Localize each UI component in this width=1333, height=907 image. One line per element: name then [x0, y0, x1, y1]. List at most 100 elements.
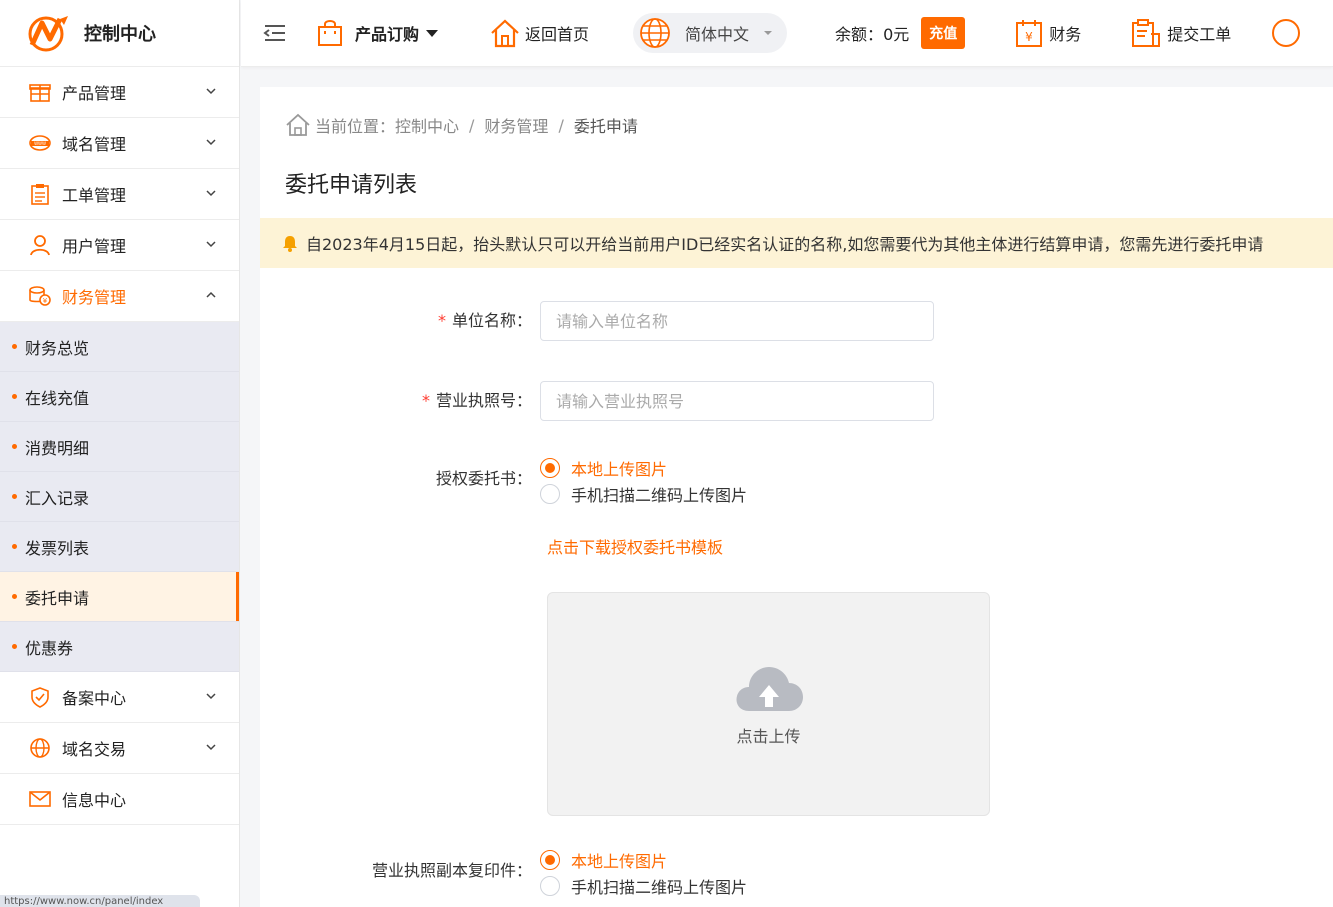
mail-icon — [28, 787, 52, 811]
radio-label: 本地上传图片 — [571, 852, 668, 871]
finance-link[interactable]: ¥ 财务 — [1015, 18, 1081, 48]
caret-down-icon — [426, 30, 439, 37]
bullet-dot — [12, 394, 17, 399]
license-number-row: * 营业执照号： — [260, 381, 934, 421]
breadcrumb-item[interactable]: 财务管理 — [484, 113, 548, 137]
sidebar-item-products[interactable]: 产品管理 — [0, 67, 239, 118]
download-template-link[interactable]: 点击下载授权委托书模板 — [547, 534, 723, 558]
gift-box-icon — [28, 80, 52, 104]
globe-icon — [28, 736, 52, 760]
submit-ticket-link[interactable]: 提交工单 — [1131, 18, 1231, 48]
sidebar-subitem-coupons[interactable]: 优惠券 — [0, 622, 239, 672]
sidebar-item-label: 域名交易 — [62, 740, 127, 759]
calendar-yen-icon: ¥ — [1016, 20, 1043, 47]
company-name-row: * 单位名称： — [260, 301, 934, 341]
sidebar-item-messages[interactable]: 信息中心 — [0, 774, 239, 825]
sidebar-subitem-label: 汇入记录 — [25, 488, 90, 508]
company-name-label-wrap: * 单位名称： — [260, 301, 540, 341]
finance-link-label: 财务 — [1049, 25, 1082, 44]
radio-circle — [540, 458, 560, 478]
shopping-bag-icon — [318, 20, 342, 46]
ticket-clipboard-icon — [1132, 19, 1161, 47]
sidebar-subitem-consumption-details[interactable]: 消费明细 — [0, 422, 239, 472]
chevron-down-icon — [206, 693, 216, 700]
recharge-button[interactable]: 充值 — [921, 17, 966, 49]
sidebar-subitem-label: 财务总览 — [25, 338, 90, 358]
bullet-dot — [12, 444, 17, 449]
company-name-input[interactable] — [540, 301, 934, 341]
home-link[interactable]: 返回首页 — [489, 18, 589, 48]
license-number-input[interactable] — [540, 381, 934, 421]
coins-icon: ¥ — [28, 284, 52, 308]
language-selector[interactable]: 简体中文 — [633, 13, 788, 53]
logo[interactable]: 控制中心 — [0, 0, 239, 67]
auth-radio-qr-upload[interactable]: 手机扫描二维码上传图片 — [540, 481, 747, 507]
globe-icon — [640, 18, 670, 48]
company-name-label: 单位名称： — [451, 311, 532, 330]
sidebar-subitem-delegation-request[interactable]: 委托申请 — [0, 572, 239, 622]
sidebar-subitem-finance-overview[interactable]: 财务总览 — [0, 322, 239, 372]
sidebar-item-label: 工单管理 — [62, 186, 127, 205]
sidebar-subitem-label: 在线充值 — [25, 388, 90, 408]
breadcrumb-current: 委托申请 — [573, 117, 638, 136]
home-link-label: 返回首页 — [525, 25, 590, 44]
sidebar-subitem-label: 消费明细 — [25, 438, 90, 458]
sidebar-item-domain-trade[interactable]: 域名交易 — [0, 723, 239, 774]
product-order-menu[interactable]: 产品订购 — [317, 19, 439, 47]
chevron-down-icon — [206, 241, 216, 248]
license-copy-upload-method: 本地上传图片 手机扫描二维码上传图片 — [540, 847, 747, 899]
sidebar-item-label: 域名管理 — [62, 135, 127, 154]
chevron-down-icon — [206, 88, 216, 95]
sidebar-subitem-label: 发票列表 — [25, 538, 90, 558]
balance-label: 余额： — [835, 25, 884, 44]
chevron-up-icon — [206, 291, 216, 298]
bullet-dot — [12, 494, 17, 499]
required-mark: * — [421, 391, 430, 410]
sidebar-item-label: 产品管理 — [62, 84, 127, 103]
domain-icon: WWW — [28, 131, 52, 155]
sidebar-item-domains[interactable]: WWW 域名管理 — [0, 118, 239, 169]
sidebar-item-tickets[interactable]: 工单管理 — [0, 169, 239, 220]
sidebar: 控制中心 产品管理 WWW 域名管理 工单管理 用户管理 ¥ 财务管理 财务总览… — [0, 0, 240, 907]
radio-label: 手机扫描二维码上传图片 — [571, 878, 748, 897]
balance-value: 0元 — [883, 25, 910, 44]
sidebar-item-filing[interactable]: 备案中心 — [0, 672, 239, 723]
required-mark: * — [437, 311, 446, 330]
sidebar-subitem-invoice-list[interactable]: 发票列表 — [0, 522, 239, 572]
authorization-row: 授权委托书： 本地上传图片 手机扫描二维码上传图片 — [260, 455, 747, 507]
clipboard-icon — [28, 182, 52, 206]
submit-ticket-label: 提交工单 — [1167, 25, 1232, 44]
bullet-dot — [12, 644, 17, 649]
balance-display: 余额： 0元 充值 — [835, 17, 966, 49]
sidebar-subitem-label: 优惠券 — [25, 638, 74, 658]
auth-radio-local-upload[interactable]: 本地上传图片 — [540, 455, 747, 481]
chevron-down-icon — [206, 139, 216, 146]
license-radio-qr-upload[interactable]: 手机扫描二维码上传图片 — [540, 873, 747, 899]
finance-submenu: 财务总览 在线充值 消费明细 汇入记录 发票列表 委托申请 优惠券 — [0, 322, 239, 672]
sidebar-subitem-online-recharge[interactable]: 在线充值 — [0, 372, 239, 422]
sidebar-subitem-label: 委托申请 — [25, 588, 90, 608]
bullet-dot — [12, 544, 17, 549]
breadcrumb-separator: / — [469, 115, 475, 135]
sidebar-subitem-remittance-records[interactable]: 汇入记录 — [0, 472, 239, 522]
help-circle-icon — [1272, 19, 1301, 47]
chevron-down-icon — [206, 744, 216, 751]
license-number-label: 营业执照号： — [435, 391, 532, 410]
breadcrumb-item[interactable]: 控制中心 — [395, 113, 459, 137]
authorization-label: 授权委托书： — [435, 469, 532, 488]
product-order-label: 产品订购 — [355, 25, 420, 44]
sidebar-item-finance[interactable]: ¥ 财务管理 — [0, 271, 239, 322]
user-icon — [28, 233, 52, 257]
bullet-dot — [12, 594, 17, 599]
svg-text:WWW: WWW — [34, 141, 46, 146]
upload-area[interactable]: 点击上传 — [547, 592, 990, 816]
authorization-upload-method: 本地上传图片 手机扫描二维码上传图片 — [540, 455, 747, 507]
sidebar-item-users[interactable]: 用户管理 — [0, 220, 239, 271]
radio-circle — [540, 876, 560, 896]
license-radio-local-upload[interactable]: 本地上传图片 — [540, 847, 747, 873]
help-button[interactable] — [1271, 18, 1301, 48]
collapse-menu-button[interactable] — [263, 23, 287, 43]
notice-banner: 自2023年4月15日起，抬头默认只可以开给当前用户ID已经实名认证的名称,如您… — [260, 218, 1333, 268]
brand-logo-icon — [28, 16, 68, 52]
top-bar: 产品订购 返回首页 简体中文 余额： 0元 充值 ¥ 财务 提交工单 — [241, 0, 1333, 67]
